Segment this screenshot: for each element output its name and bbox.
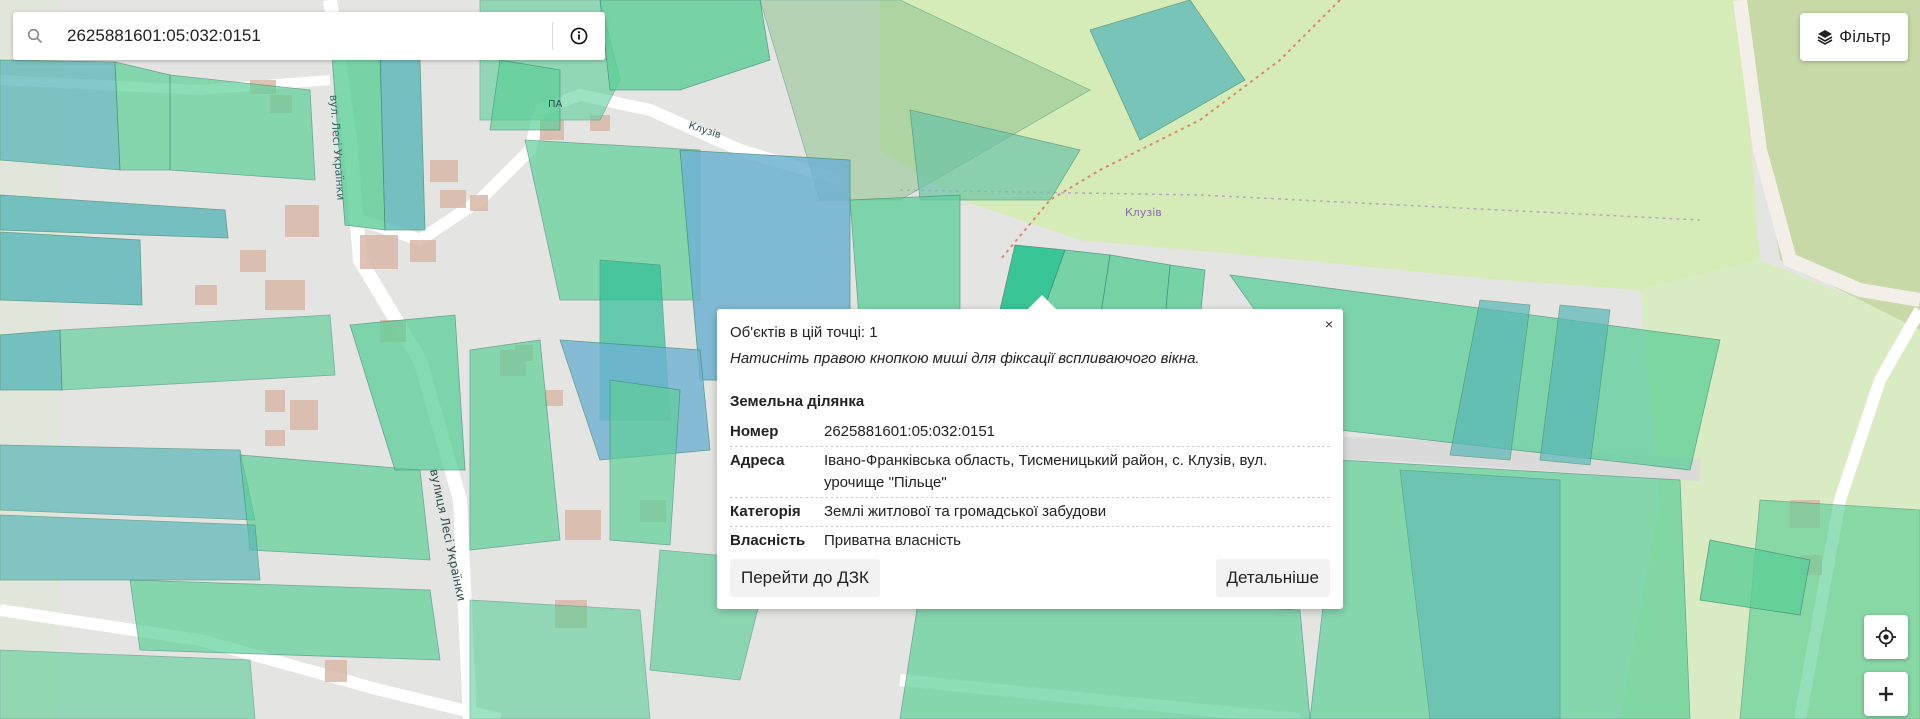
- prop-row-ownership: Власність Приватна власність: [730, 527, 1330, 555]
- search-input[interactable]: [57, 13, 552, 59]
- search-icon: [13, 12, 57, 60]
- popup-section-title: Земельна ділянка: [730, 393, 865, 410]
- prop-value: Івано-Франківська область, Тисменицький …: [824, 452, 1268, 491]
- crosshair-icon: [1876, 627, 1896, 647]
- go-to-dzk-button[interactable]: Перейти до ДЗК: [730, 559, 880, 597]
- objects-count: Об'єктів в цій точці: 1: [730, 324, 878, 341]
- filter-label: Фільтр: [1839, 27, 1891, 46]
- popup-actions: Перейти до ДЗК Детальніше: [730, 559, 1330, 597]
- prop-key: Категорія: [730, 503, 801, 520]
- layers-icon: [1817, 30, 1833, 45]
- prop-row-category: Категорія Землі житлової та громадської …: [730, 498, 1330, 527]
- filter-button[interactable]: Фільтр: [1800, 13, 1908, 61]
- zoom-in-button[interactable]: [1864, 672, 1908, 716]
- details-button[interactable]: Детальніше: [1215, 559, 1330, 597]
- info-button[interactable]: [553, 12, 605, 60]
- popup-hint: Натисніть правою кнопкою миші для фіксац…: [730, 350, 1200, 367]
- prop-row-number: Номер 2625881601:05:032:0151: [730, 418, 1330, 447]
- prop-row-address: Адреса Івано-Франківська область, Тисмен…: [730, 447, 1330, 498]
- map-label-street-fragment: ПА: [548, 99, 563, 110]
- parcel-popup: × Об'єктів в цій точці: 1 Натисніть прав…: [717, 295, 1343, 609]
- popup-pointer: [1028, 295, 1056, 309]
- search-box: [13, 12, 605, 60]
- prop-key: Номер: [730, 423, 779, 440]
- popup-close-button[interactable]: ×: [1323, 315, 1335, 333]
- prop-key: Адреса: [730, 452, 785, 469]
- prop-key: Власність: [730, 532, 806, 549]
- locate-button[interactable]: [1864, 615, 1908, 659]
- prop-value: 2625881601:05:032:0151: [824, 423, 996, 440]
- prop-value: Землі житлової та громадської забудови: [824, 503, 1107, 520]
- map-label-village: Клузів: [1125, 206, 1162, 219]
- info-icon: [570, 27, 588, 45]
- prop-value: Приватна власність: [824, 532, 961, 549]
- plus-icon: [1879, 687, 1893, 701]
